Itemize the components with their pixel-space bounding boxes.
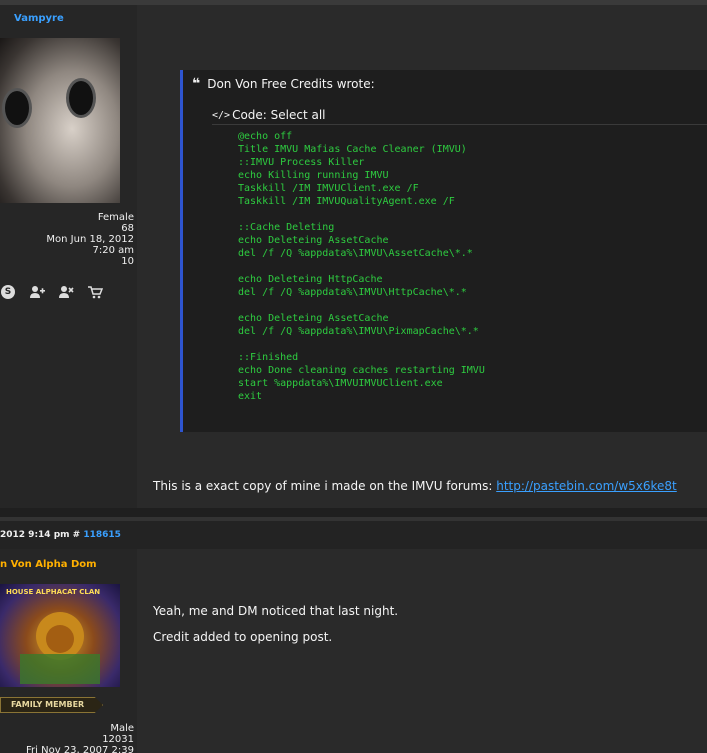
user-joined: Fri Nov 23, 2007 2:39 bbox=[26, 745, 134, 753]
code-block: @echo off Title IMVU Mafias Cache Cleane… bbox=[238, 131, 485, 402]
pastebin-link[interactable]: http://pastebin.com/w5x6ke8t bbox=[496, 479, 677, 493]
quote-author: Don Von Free Credits wrote: bbox=[207, 77, 375, 91]
code-header: </> Code: Select all bbox=[212, 108, 707, 125]
contact-icons: S bbox=[0, 285, 103, 299]
username-link[interactable]: Vampyre bbox=[14, 13, 64, 24]
user-gender: Female bbox=[97, 212, 134, 223]
user-joined-date: Mon Jun 18, 2012 bbox=[46, 234, 134, 245]
quote-icon: ❝ bbox=[192, 76, 201, 92]
avatar: HOUSE ALPHACAT CLAN bbox=[0, 584, 120, 687]
post-body bbox=[137, 549, 707, 753]
post-meta-bar: 2012 9:14 pm # 118615 bbox=[0, 517, 707, 549]
user-posts: 12031 bbox=[102, 734, 134, 745]
post-line-1: Yeah, me and DM noticed that last night. bbox=[153, 604, 399, 618]
user-reputation: 10 bbox=[121, 256, 134, 267]
post-id-link[interactable]: 118615 bbox=[83, 530, 121, 540]
user-joined-time: 7:20 am bbox=[92, 245, 134, 256]
code-select-all[interactable]: Code: Select all bbox=[232, 108, 325, 122]
avatar bbox=[0, 38, 120, 203]
post-profile: n Von Alpha Dom HOUSE ALPHACAT CLAN FAMI… bbox=[0, 549, 137, 753]
message-text: This is a exact copy of mine i made on t… bbox=[153, 479, 497, 493]
remove-friend-icon[interactable] bbox=[58, 285, 74, 299]
post-message: This is a exact copy of mine i made on t… bbox=[153, 479, 677, 493]
family-member-badge: FAMILY MEMBER bbox=[0, 697, 103, 713]
quote-block: ❝ Don Von Free Credits wrote: </> Code: … bbox=[180, 70, 707, 432]
headphone-left bbox=[2, 88, 32, 128]
post-profile: Vampyre Female 68 Mon Jun 18, 2012 7:20 … bbox=[0, 5, 137, 508]
post-meta: 2012 9:14 pm # 118615 bbox=[0, 530, 121, 540]
post-date: 2012 9:14 pm # bbox=[0, 530, 81, 540]
cart-icon[interactable] bbox=[87, 285, 103, 299]
code-icon: </> bbox=[212, 109, 231, 121]
quote-header: ❝ Don Von Free Credits wrote: bbox=[192, 76, 375, 92]
headphone-right bbox=[66, 78, 96, 118]
post-line-2: Credit added to opening post. bbox=[153, 630, 333, 644]
skype-icon[interactable]: S bbox=[0, 285, 16, 299]
user-stats: Male 12031 Fri Nov 23, 2007 2:39 bbox=[26, 723, 134, 753]
add-friend-icon[interactable] bbox=[29, 285, 45, 299]
user-stats: Female 68 Mon Jun 18, 2012 7:20 am 10 bbox=[46, 212, 134, 267]
username-link[interactable]: n Von Alpha Dom bbox=[0, 559, 97, 570]
badge-label: FAMILY MEMBER bbox=[11, 700, 85, 709]
user-gender: Male bbox=[110, 723, 134, 734]
user-posts: 68 bbox=[121, 223, 134, 234]
